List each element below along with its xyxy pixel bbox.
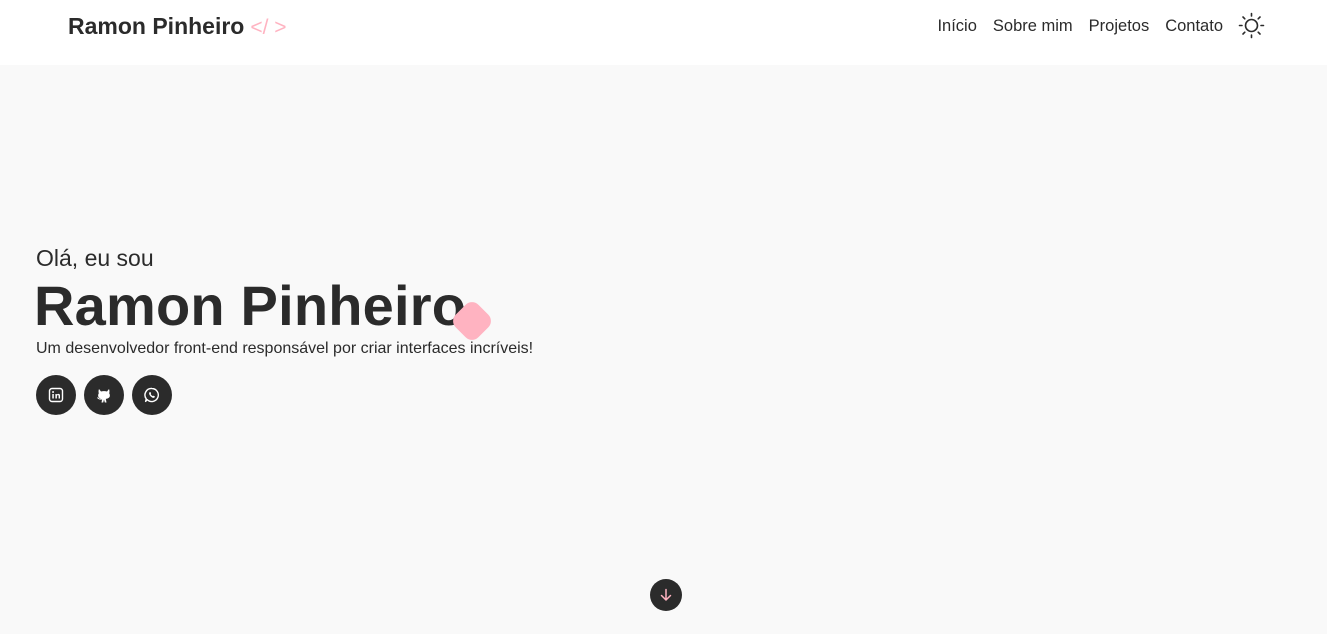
navbar: Ramon Pinheiro </ > Início Sobre mim Proj… (0, 0, 1327, 65)
brand-logo[interactable]: Ramon Pinheiro </ > (68, 13, 287, 40)
hero-section: Olá, eu sou Ramon Pinheiro Um desenvolve… (0, 65, 1327, 634)
brand-code-tag: </ > (250, 16, 287, 39)
nav-menu: Início Sobre mim Projetos Contato (937, 17, 1223, 36)
scroll-down-button[interactable] (650, 579, 682, 611)
whatsapp-icon (144, 387, 159, 403)
github-button[interactable] (84, 375, 124, 415)
arrow-down-icon (660, 588, 672, 601)
theme-toggle-button[interactable] (1238, 12, 1265, 39)
social-links (36, 375, 172, 415)
brand-name: Ramon Pinheiro (68, 13, 245, 39)
hero-name: Ramon Pinheiro (34, 274, 467, 337)
nav-link-inicio[interactable]: Início (937, 17, 976, 36)
linkedin-icon (48, 387, 64, 403)
sun-icon (1238, 12, 1265, 39)
linkedin-button[interactable] (36, 375, 76, 415)
whatsapp-button[interactable] (132, 375, 172, 415)
github-icon (97, 389, 110, 403)
hero-subtitle: Um desenvolvedor front-end responsável p… (36, 340, 534, 357)
hero-greeting: Olá, eu sou (36, 245, 154, 271)
nav-link-contato[interactable]: Contato (1165, 17, 1223, 36)
nav-link-sobre-mim[interactable]: Sobre mim (993, 17, 1073, 36)
nav-link-projetos[interactable]: Projetos (1089, 17, 1150, 36)
